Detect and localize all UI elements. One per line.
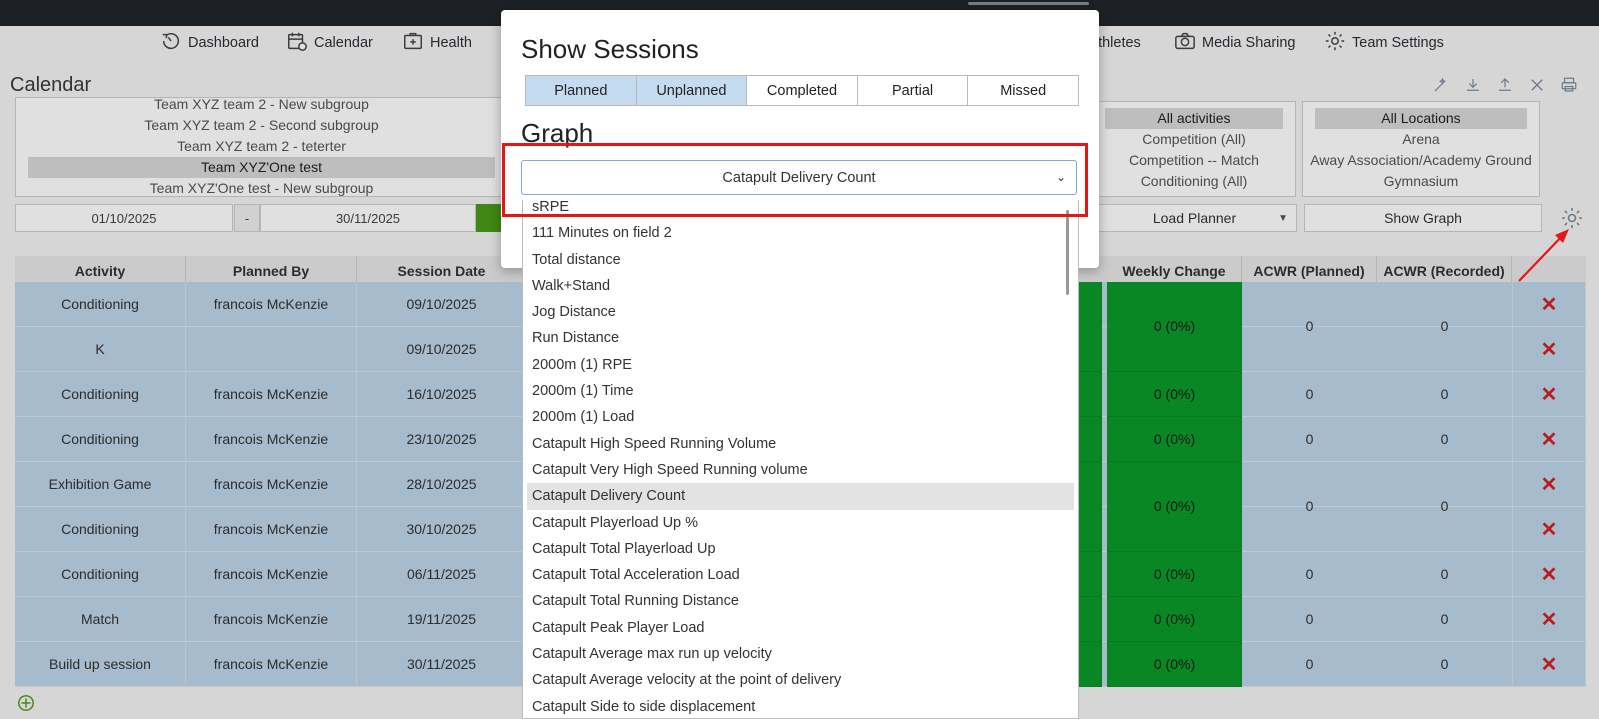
graph-option[interactable]: Catapult Average max run up velocity (523, 641, 1078, 667)
annotation-highlight-box (502, 143, 1088, 217)
graph-option[interactable]: Catapult Total Running Distance (523, 588, 1078, 614)
annotation-arrow (1518, 229, 1569, 282)
graph-option[interactable]: Catapult Peak Player Load (523, 615, 1078, 641)
graph-metric-options[interactable]: sRPE 111 Minutes on field 2 Total distance… (522, 200, 1079, 719)
graph-option[interactable]: 111 Minutes on field 2 (523, 220, 1078, 246)
graph-option[interactable]: Jog Distance (523, 299, 1078, 325)
graph-option[interactable]: Catapult Total Playerload Up (523, 536, 1078, 562)
graph-option[interactable]: Total distance (523, 247, 1078, 273)
graph-option[interactable]: 2000m (1) Load (523, 404, 1078, 430)
segment-missed[interactable]: Missed (967, 75, 1079, 106)
graph-option[interactable]: 2000m (1) Time (523, 378, 1078, 404)
segment-partial[interactable]: Partial (856, 75, 969, 106)
segment-unplanned[interactable]: Unplanned (635, 75, 748, 106)
graph-option-selected[interactable]: Catapult Delivery Count (527, 483, 1074, 510)
modal-title: Show Sessions (521, 34, 699, 64)
graph-option[interactable]: Run Distance (523, 325, 1078, 351)
graph-option[interactable]: Walk+Stand (523, 273, 1078, 299)
graph-option[interactable]: Catapult Total Acceleration Load (523, 562, 1078, 588)
graph-option[interactable]: 2000m (1) RPE (523, 352, 1078, 378)
session-filter-segments: Planned Unplanned Completed Partial Miss… (525, 75, 1079, 106)
dropdown-scrollbar[interactable] (1066, 210, 1069, 295)
graph-option[interactable]: Catapult Side to side displacement (523, 694, 1078, 718)
graph-option[interactable]: Catapult High Speed Running Volume (523, 431, 1078, 457)
graph-option[interactable]: Catapult Average velocity at the point o… (523, 667, 1078, 693)
graph-option[interactable]: Catapult Playerload Up % (523, 510, 1078, 536)
segment-planned[interactable]: Planned (525, 75, 637, 106)
segment-completed[interactable]: Completed (746, 75, 858, 106)
graph-option[interactable]: Catapult Very High Speed Running volume (523, 457, 1078, 483)
